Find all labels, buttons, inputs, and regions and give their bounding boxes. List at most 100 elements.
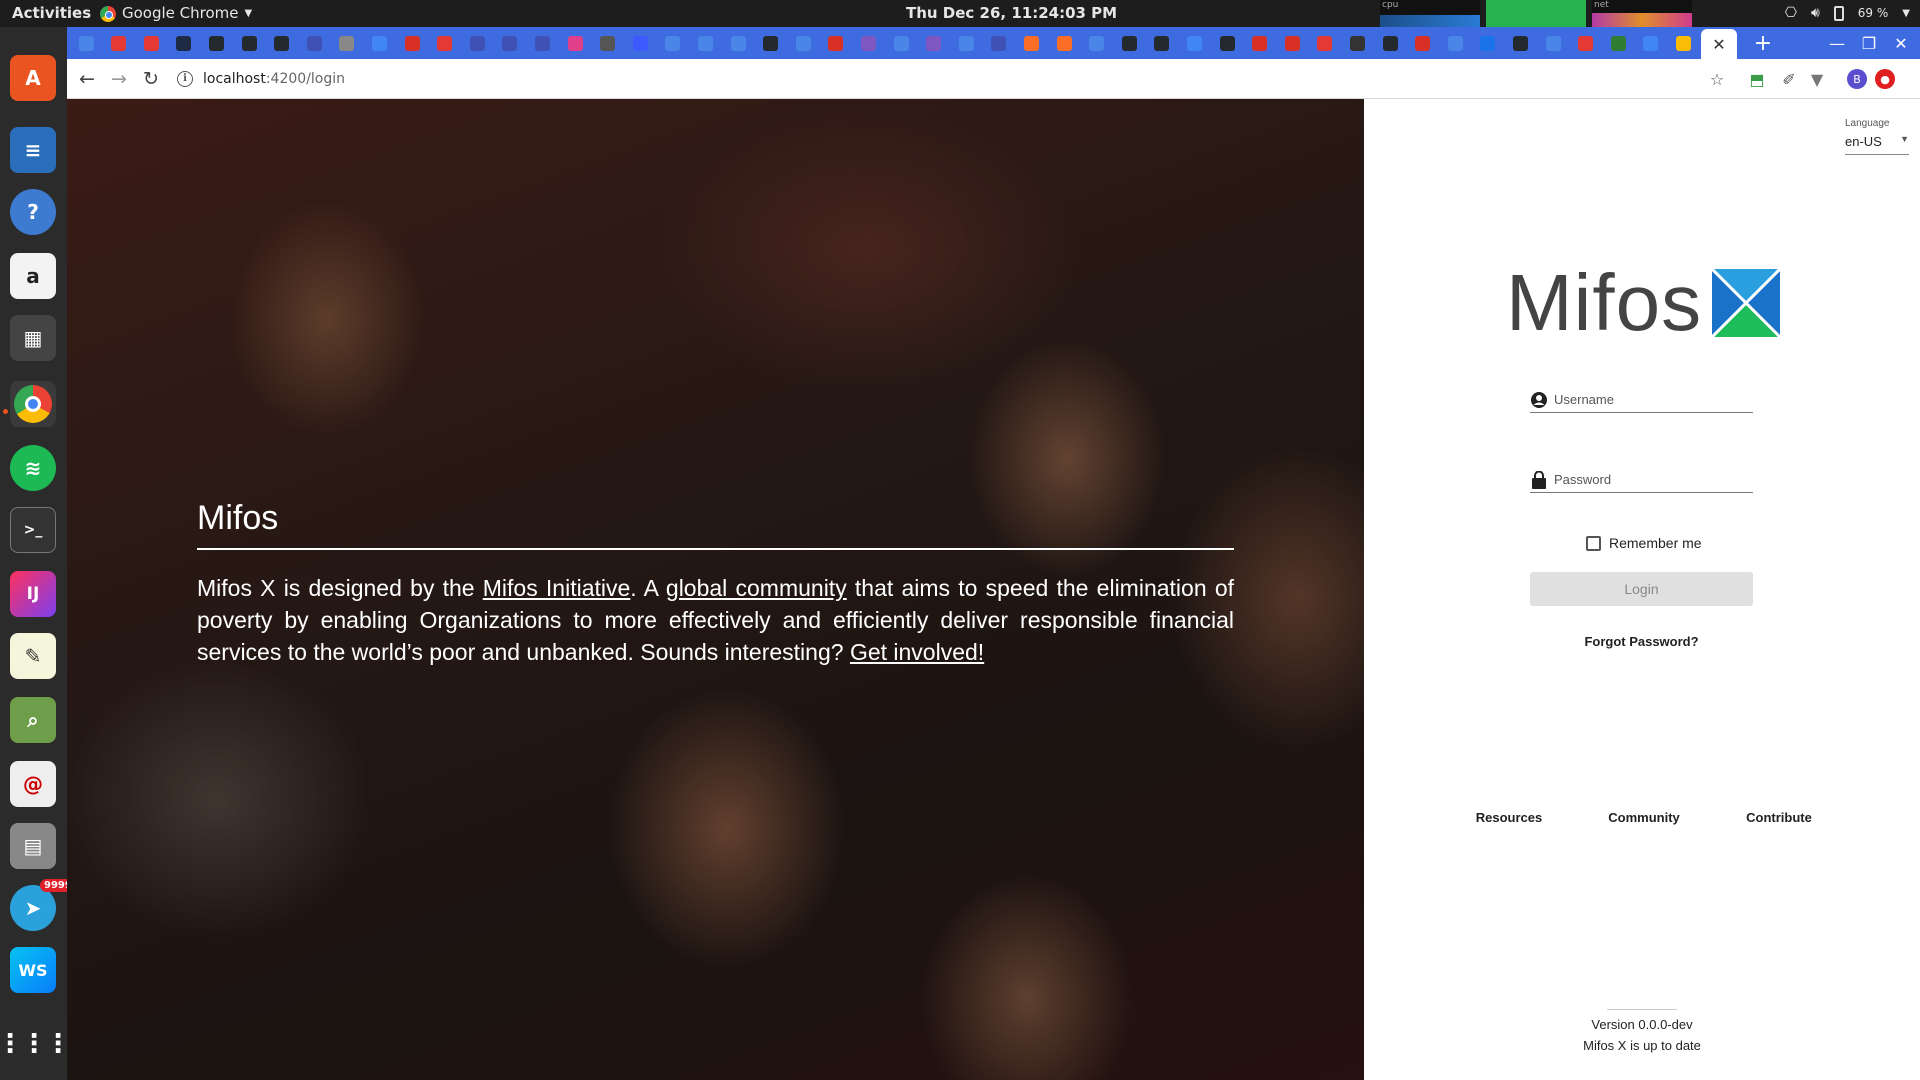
browser-tab[interactable] [336, 33, 358, 53]
browser-tab[interactable] [499, 33, 521, 53]
browser-tab[interactable] [238, 33, 260, 53]
browser-tab[interactable] [1575, 33, 1597, 53]
global-community-link[interactable]: global community [666, 575, 847, 601]
intellij-icon[interactable]: IJ [10, 571, 56, 617]
browser-tab[interactable] [531, 33, 553, 53]
browser-tab[interactable] [825, 33, 847, 53]
back-button[interactable]: ← [73, 65, 101, 93]
browser-tab[interactable] [629, 33, 651, 53]
chrome-icon[interactable] [10, 381, 56, 427]
checkbox[interactable] [1586, 535, 1601, 551]
browser-tab[interactable] [1118, 33, 1140, 53]
browser-tab[interactable] [1249, 33, 1271, 53]
restore-icon[interactable]: ❐ [1852, 27, 1886, 59]
browser-tab[interactable] [1053, 33, 1075, 53]
info-icon[interactable]: i [177, 71, 193, 87]
spotify-icon[interactable]: ≋ [10, 445, 56, 491]
evolution-icon[interactable]: @ [10, 761, 56, 807]
ubuntu-software-icon[interactable]: A [10, 55, 56, 101]
new-tab-button[interactable]: + [1748, 29, 1778, 57]
browser-tab[interactable] [1672, 33, 1694, 53]
app-menu[interactable]: Google Chrome ▼ [100, 0, 252, 27]
browser-tab[interactable] [1412, 33, 1434, 53]
browser-tab[interactable] [890, 33, 912, 53]
profile-avatar[interactable]: B [1847, 69, 1867, 89]
username-input[interactable] [1554, 392, 1744, 407]
browser-tab[interactable] [368, 33, 390, 53]
libreoffice-writer-icon[interactable]: ≡ [10, 127, 56, 173]
browser-tab[interactable] [303, 33, 325, 53]
extension-icon[interactable]: ▼ [1807, 69, 1827, 89]
video-editor-icon[interactable]: ▦ [10, 315, 56, 361]
extension-icon[interactable]: ● [1875, 69, 1895, 89]
browser-tab[interactable] [1542, 33, 1564, 53]
resources-link[interactable]: Resources [1454, 810, 1564, 825]
browser-tab[interactable] [1346, 33, 1368, 53]
browser-tab[interactable] [1379, 33, 1401, 53]
remember-me-checkbox[interactable]: Remember me [1586, 535, 1702, 551]
browser-tab[interactable] [923, 33, 945, 53]
login-button[interactable]: Login [1530, 572, 1753, 606]
webstorm-icon[interactable]: WS [10, 947, 56, 993]
browser-tab[interactable] [1151, 33, 1173, 53]
browser-tab[interactable] [857, 33, 879, 53]
browser-tab[interactable] [75, 33, 97, 53]
browser-tab[interactable] [271, 33, 293, 53]
browser-tab[interactable] [597, 33, 619, 53]
get-involved-link[interactable]: Get involved! [850, 639, 984, 665]
browser-tab[interactable] [988, 33, 1010, 53]
browser-tab[interactable] [760, 33, 782, 53]
language-select[interactable]: Language en-US ▼ [1845, 118, 1909, 155]
extension-icon[interactable]: ⬒ [1747, 69, 1767, 89]
browser-tab[interactable] [727, 33, 749, 53]
volume-icon[interactable]: 🔊︎ [1811, 0, 1820, 27]
system-monitor[interactable]: cpu mem net [1380, 0, 1692, 27]
clock[interactable]: Thu Dec 26, 11:24:03 PM [906, 0, 1117, 27]
browser-tab[interactable] [1444, 33, 1466, 53]
community-link[interactable]: Community [1589, 810, 1699, 825]
address-bar[interactable]: i localhost:4200/login [177, 64, 1807, 94]
mifos-initiative-link[interactable]: Mifos Initiative [483, 575, 631, 601]
browser-tab[interactable] [401, 33, 423, 53]
reload-button[interactable]: ↻ [137, 65, 165, 93]
browser-tab[interactable] [434, 33, 456, 53]
activities-button[interactable]: Activities [12, 0, 91, 27]
minimize-icon[interactable]: — [1820, 27, 1854, 59]
browser-tab[interactable] [140, 33, 162, 53]
browser-tab[interactable] [1640, 33, 1662, 53]
browser-tab[interactable] [694, 33, 716, 53]
password-input[interactable] [1554, 472, 1744, 487]
forgot-password-link[interactable]: Forgot Password? [1530, 634, 1753, 649]
browser-tab[interactable] [1020, 33, 1042, 53]
show-apps-icon[interactable]: ⋮⋮⋮ [0, 1021, 71, 1067]
battery-icon[interactable] [1833, 6, 1844, 21]
telegram-icon[interactable]: ➤ 9999 [10, 879, 76, 931]
text-editor-icon[interactable]: ✎ [10, 633, 56, 679]
browser-tab[interactable] [1086, 33, 1108, 53]
browser-tab[interactable] [1216, 33, 1238, 53]
browser-tab[interactable] [1607, 33, 1629, 53]
forward-button[interactable]: → [105, 65, 133, 93]
browser-tab[interactable] [955, 33, 977, 53]
browser-tab[interactable] [1477, 33, 1499, 53]
browser-tab[interactable] [1509, 33, 1531, 53]
browser-tab[interactable] [792, 33, 814, 53]
close-icon[interactable]: ✕ [1712, 35, 1725, 54]
bookmark-star-icon[interactable]: ☆ [1707, 69, 1727, 89]
help-icon[interactable]: ? [10, 189, 56, 235]
network-icon[interactable]: ⎔ [1785, 0, 1797, 27]
browser-tab[interactable] [1314, 33, 1336, 53]
active-tab[interactable]: ✕ [1701, 29, 1737, 59]
scanner-icon[interactable]: ▤ [10, 823, 56, 869]
image-viewer-icon[interactable]: ⌕ [10, 697, 56, 743]
browser-tab[interactable] [1281, 33, 1303, 53]
browser-tab[interactable] [662, 33, 684, 53]
browser-tab[interactable] [205, 33, 227, 53]
close-window-icon[interactable]: ✕ [1884, 27, 1918, 59]
browser-tab[interactable] [173, 33, 195, 53]
system-tray[interactable]: ⎔ 🔊︎ 69 % ▼ [1785, 0, 1910, 27]
browser-tab[interactable] [466, 33, 488, 53]
amazon-icon[interactable]: a [10, 253, 56, 299]
language-value-row[interactable]: en-US ▼ [1845, 134, 1909, 155]
terminal-icon[interactable]: >_ [10, 507, 56, 553]
